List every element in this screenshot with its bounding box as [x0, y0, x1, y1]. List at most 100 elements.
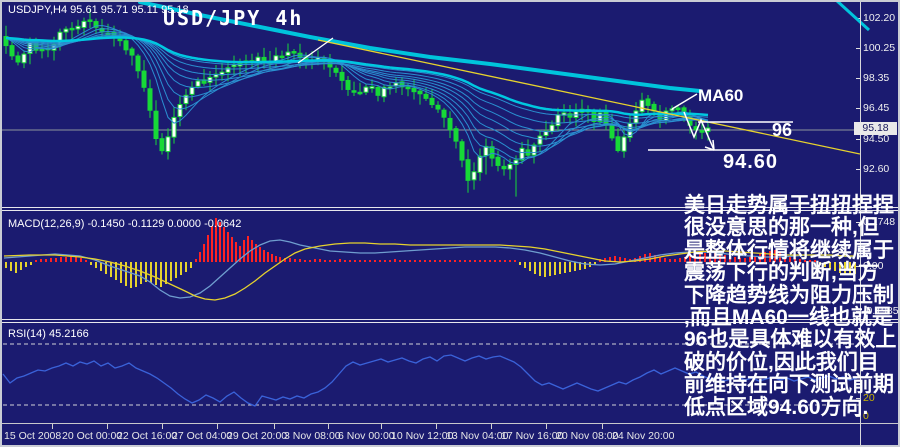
- candle-body: [429, 97, 435, 106]
- candle-body: [669, 108, 675, 112]
- commentary-line: 96也是具体难以有效上: [684, 328, 897, 352]
- candle-body: [621, 136, 627, 152]
- candle-body: [69, 27, 75, 31]
- commentary-line: 低点区域94.60方向.: [684, 395, 869, 419]
- candle-body: [699, 130, 705, 133]
- candle-body: [195, 80, 201, 87]
- candle-body: [333, 67, 339, 73]
- commentary-line: 震荡下行的判断,当方: [684, 261, 879, 285]
- candle-body: [339, 71, 345, 81]
- candle-body: [453, 128, 459, 142]
- pair-timeframe-label: USD/JPY 4h: [163, 6, 304, 30]
- resistance-96-label: 96: [772, 120, 793, 140]
- candle-body: [291, 51, 297, 54]
- ma-ribbon-line: [5, 34, 709, 140]
- target-9460-label: 94.60: [723, 151, 779, 173]
- candle-body: [63, 28, 69, 33]
- time-axis-label: 29 Oct 20:00: [227, 430, 288, 442]
- candle-body: [477, 155, 483, 173]
- candle-body: [591, 110, 597, 122]
- commentary-line: 破的价位,因此我们目: [684, 350, 879, 374]
- time-axis-label: 27 Oct 04:00: [172, 430, 233, 442]
- candle-body: [39, 48, 45, 52]
- candle-body: [567, 113, 573, 118]
- time-axis-tick: [107, 424, 108, 429]
- current-price-box: 95.18: [854, 122, 897, 135]
- symbol-ohlc-info: USDJPY,H4 95.61 95.71 95.11 95.18: [8, 4, 189, 16]
- candle-body: [375, 87, 381, 96]
- candle-body: [117, 38, 123, 42]
- candle-body: [81, 20, 87, 29]
- time-axis-label: 6 Nov 00:00: [338, 430, 395, 442]
- time-axis-tick: [436, 424, 437, 429]
- candle-body: [147, 88, 153, 111]
- ma-ribbon-line: [5, 33, 709, 147]
- macd-indicator-label: MACD(12,26,9) -0.1450 -0.1129 0.0000 -0.…: [8, 218, 242, 230]
- ma60-line: [5, 36, 709, 117]
- time-axis-label: 22 Oct 16:00: [117, 430, 178, 442]
- candle-body: [507, 163, 513, 170]
- commentary-line: ,而且MA60一线也就是: [684, 306, 893, 330]
- candle-body: [345, 79, 351, 90]
- candle-body: [75, 25, 81, 30]
- candle-body: [609, 123, 615, 139]
- candle-body: [231, 64, 237, 68]
- rsi-indicator-label: RSI(14) 45.2166: [8, 328, 89, 340]
- commentary-line: 下降趋势线为阻力压制: [684, 283, 894, 307]
- candle-body: [645, 98, 651, 106]
- candle-body: [537, 135, 543, 145]
- candle-body: [351, 90, 357, 93]
- candle-body: [495, 156, 501, 166]
- candle-body: [123, 40, 129, 51]
- candle-body: [615, 136, 621, 152]
- candle-body: [423, 93, 429, 99]
- time-axis-label: 20 Oct 00:00: [62, 430, 123, 442]
- window-frame-left: [0, 0, 2, 447]
- time-axis-tick: [274, 424, 275, 429]
- candle-body: [177, 104, 183, 118]
- candle-body: [549, 124, 555, 132]
- candle-body: [441, 109, 447, 118]
- commentary-line: 很没意思的那一种,但: [684, 216, 879, 240]
- time-axis-tick: [546, 424, 547, 429]
- candle-body: [483, 145, 489, 157]
- annotation-overlay: [648, 0, 871, 151]
- time-axis-label: 17 Nov 16:00: [501, 430, 564, 442]
- time-axis-label: 24 Nov 20:00: [612, 430, 675, 442]
- time-axis-tick: [162, 424, 163, 429]
- candle-body: [189, 86, 195, 95]
- time-axis-tick: [52, 424, 53, 429]
- commentary-line: 前维持在向下测试前期: [684, 373, 894, 397]
- candle-body: [705, 127, 711, 132]
- candle-body: [225, 67, 231, 73]
- time-axis-label: 20 Nov 08:00: [556, 430, 619, 442]
- candle-body: [435, 104, 441, 110]
- candle-body: [171, 116, 177, 138]
- candle-body: [141, 70, 147, 88]
- candle-body: [405, 86, 411, 90]
- candle-body: [555, 114, 561, 127]
- candle-body: [15, 55, 21, 63]
- commentary-line: 是整体行情将继续属于: [684, 238, 894, 262]
- candle-body: [501, 165, 507, 170]
- cyan-corner-segment: [834, 0, 871, 32]
- candle-body: [9, 45, 15, 57]
- time-axis-tick: [328, 424, 329, 429]
- candle-body: [471, 171, 477, 181]
- candle-body: [369, 86, 375, 89]
- window-frame-top: [0, 0, 900, 2]
- time-axis-tick: [217, 424, 218, 429]
- time-axis-tick: [491, 424, 492, 429]
- time-axis-label: 15 Oct 2008: [4, 430, 62, 442]
- candle-body: [675, 107, 681, 111]
- ma-ribbon-line: [5, 35, 709, 133]
- candle-body: [87, 19, 93, 22]
- time-axis-tick: [381, 424, 382, 429]
- candle-body: [489, 146, 495, 159]
- candle-body: [165, 136, 171, 153]
- candle-body: [465, 159, 471, 181]
- candle-body: [411, 87, 417, 93]
- candle-body: [285, 51, 291, 57]
- candle-body: [129, 48, 135, 56]
- candle-body: [357, 91, 363, 95]
